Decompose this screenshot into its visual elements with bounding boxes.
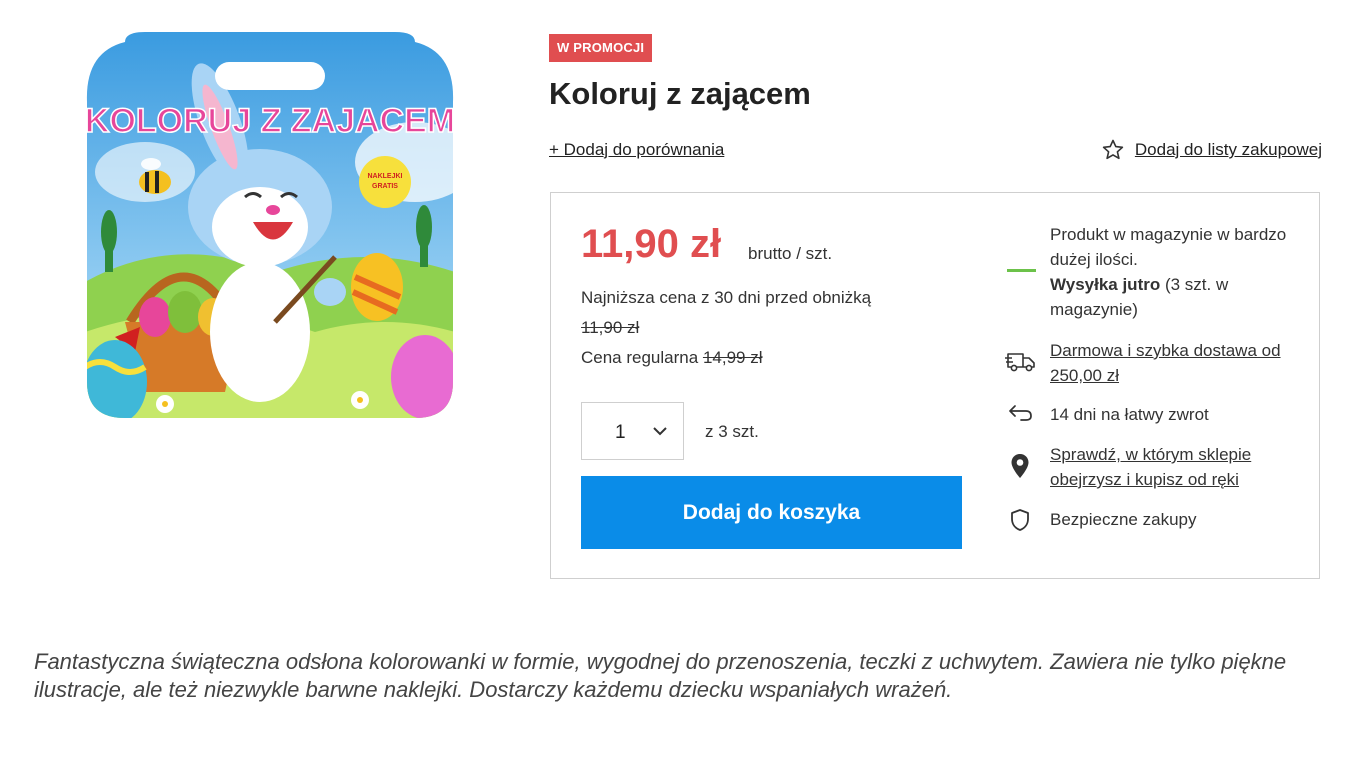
quantity-stock: z 3 szt. xyxy=(705,422,759,441)
promo-badge: W PROMOCJI xyxy=(549,34,653,62)
add-to-cart-button[interactable]: Dodaj do koszyka xyxy=(581,476,962,549)
regular-price: Cena regularna 14,99 zł xyxy=(581,348,762,368)
star-icon xyxy=(1102,139,1124,160)
svg-text:KOLORUJ Z ZAJACEM: KOLORUJ Z ZAJACEM xyxy=(85,102,455,140)
shopping-list-label: Dodaj do listy zakupowej xyxy=(1134,140,1322,159)
product-description: Fantastyczna świąteczna odsłona kolorowa… xyxy=(34,649,1287,702)
secure-shopping-info: Bezpieczne zakupy xyxy=(1050,510,1197,529)
chevron-down-icon xyxy=(653,427,667,436)
shipping-bold: Wysyłka jutro xyxy=(1050,275,1161,294)
truck-icon xyxy=(1005,353,1035,372)
product-image: KOLORUJ Z ZAJACEM NAKLEJKI GRATIS xyxy=(85,32,455,418)
current-price: 11,90 zł xyxy=(581,222,722,266)
return-arrow-icon xyxy=(1009,405,1032,421)
stock-status: Produkt w magazynie w bardzo dużej ilośc… xyxy=(1050,222,1290,322)
add-to-shopping-list-link[interactable]: Dodaj do listy zakupowej xyxy=(1101,138,1322,162)
returns-info: 14 dni na łatwy zwrot xyxy=(1050,405,1209,424)
free-delivery-link[interactable]: Darmowa i szybka dostawa od 250,00 zł xyxy=(1050,338,1300,388)
regular-price-value: 14,99 zł xyxy=(702,348,763,367)
stock-indicator xyxy=(1007,269,1036,272)
quantity-select[interactable]: 1 xyxy=(581,402,684,460)
regular-price-label: Cena regularna xyxy=(581,348,699,367)
stock-line: Produkt w magazynie w bardzo dużej ilośc… xyxy=(1050,225,1287,269)
lowest-price-value: 11,90 zł xyxy=(581,318,640,337)
quantity-value: 1 xyxy=(615,422,626,443)
lowest-price-label: Najniższa cena z 30 dni przed obniżką xyxy=(581,288,872,307)
map-pin-icon xyxy=(1011,454,1029,478)
shield-icon xyxy=(1011,509,1029,531)
price-unit: brutto / szt. xyxy=(748,244,833,263)
check-store-link[interactable]: Sprawdź, w którym sklepie obejrzysz i ku… xyxy=(1050,442,1300,492)
product-title: Koloruj z zającem xyxy=(549,76,811,111)
svg-text:NAKLEJKI: NAKLEJKI xyxy=(367,173,402,180)
add-to-compare-link[interactable]: + Dodaj do porównania xyxy=(549,140,724,160)
svg-text:GRATIS: GRATIS xyxy=(372,183,398,190)
